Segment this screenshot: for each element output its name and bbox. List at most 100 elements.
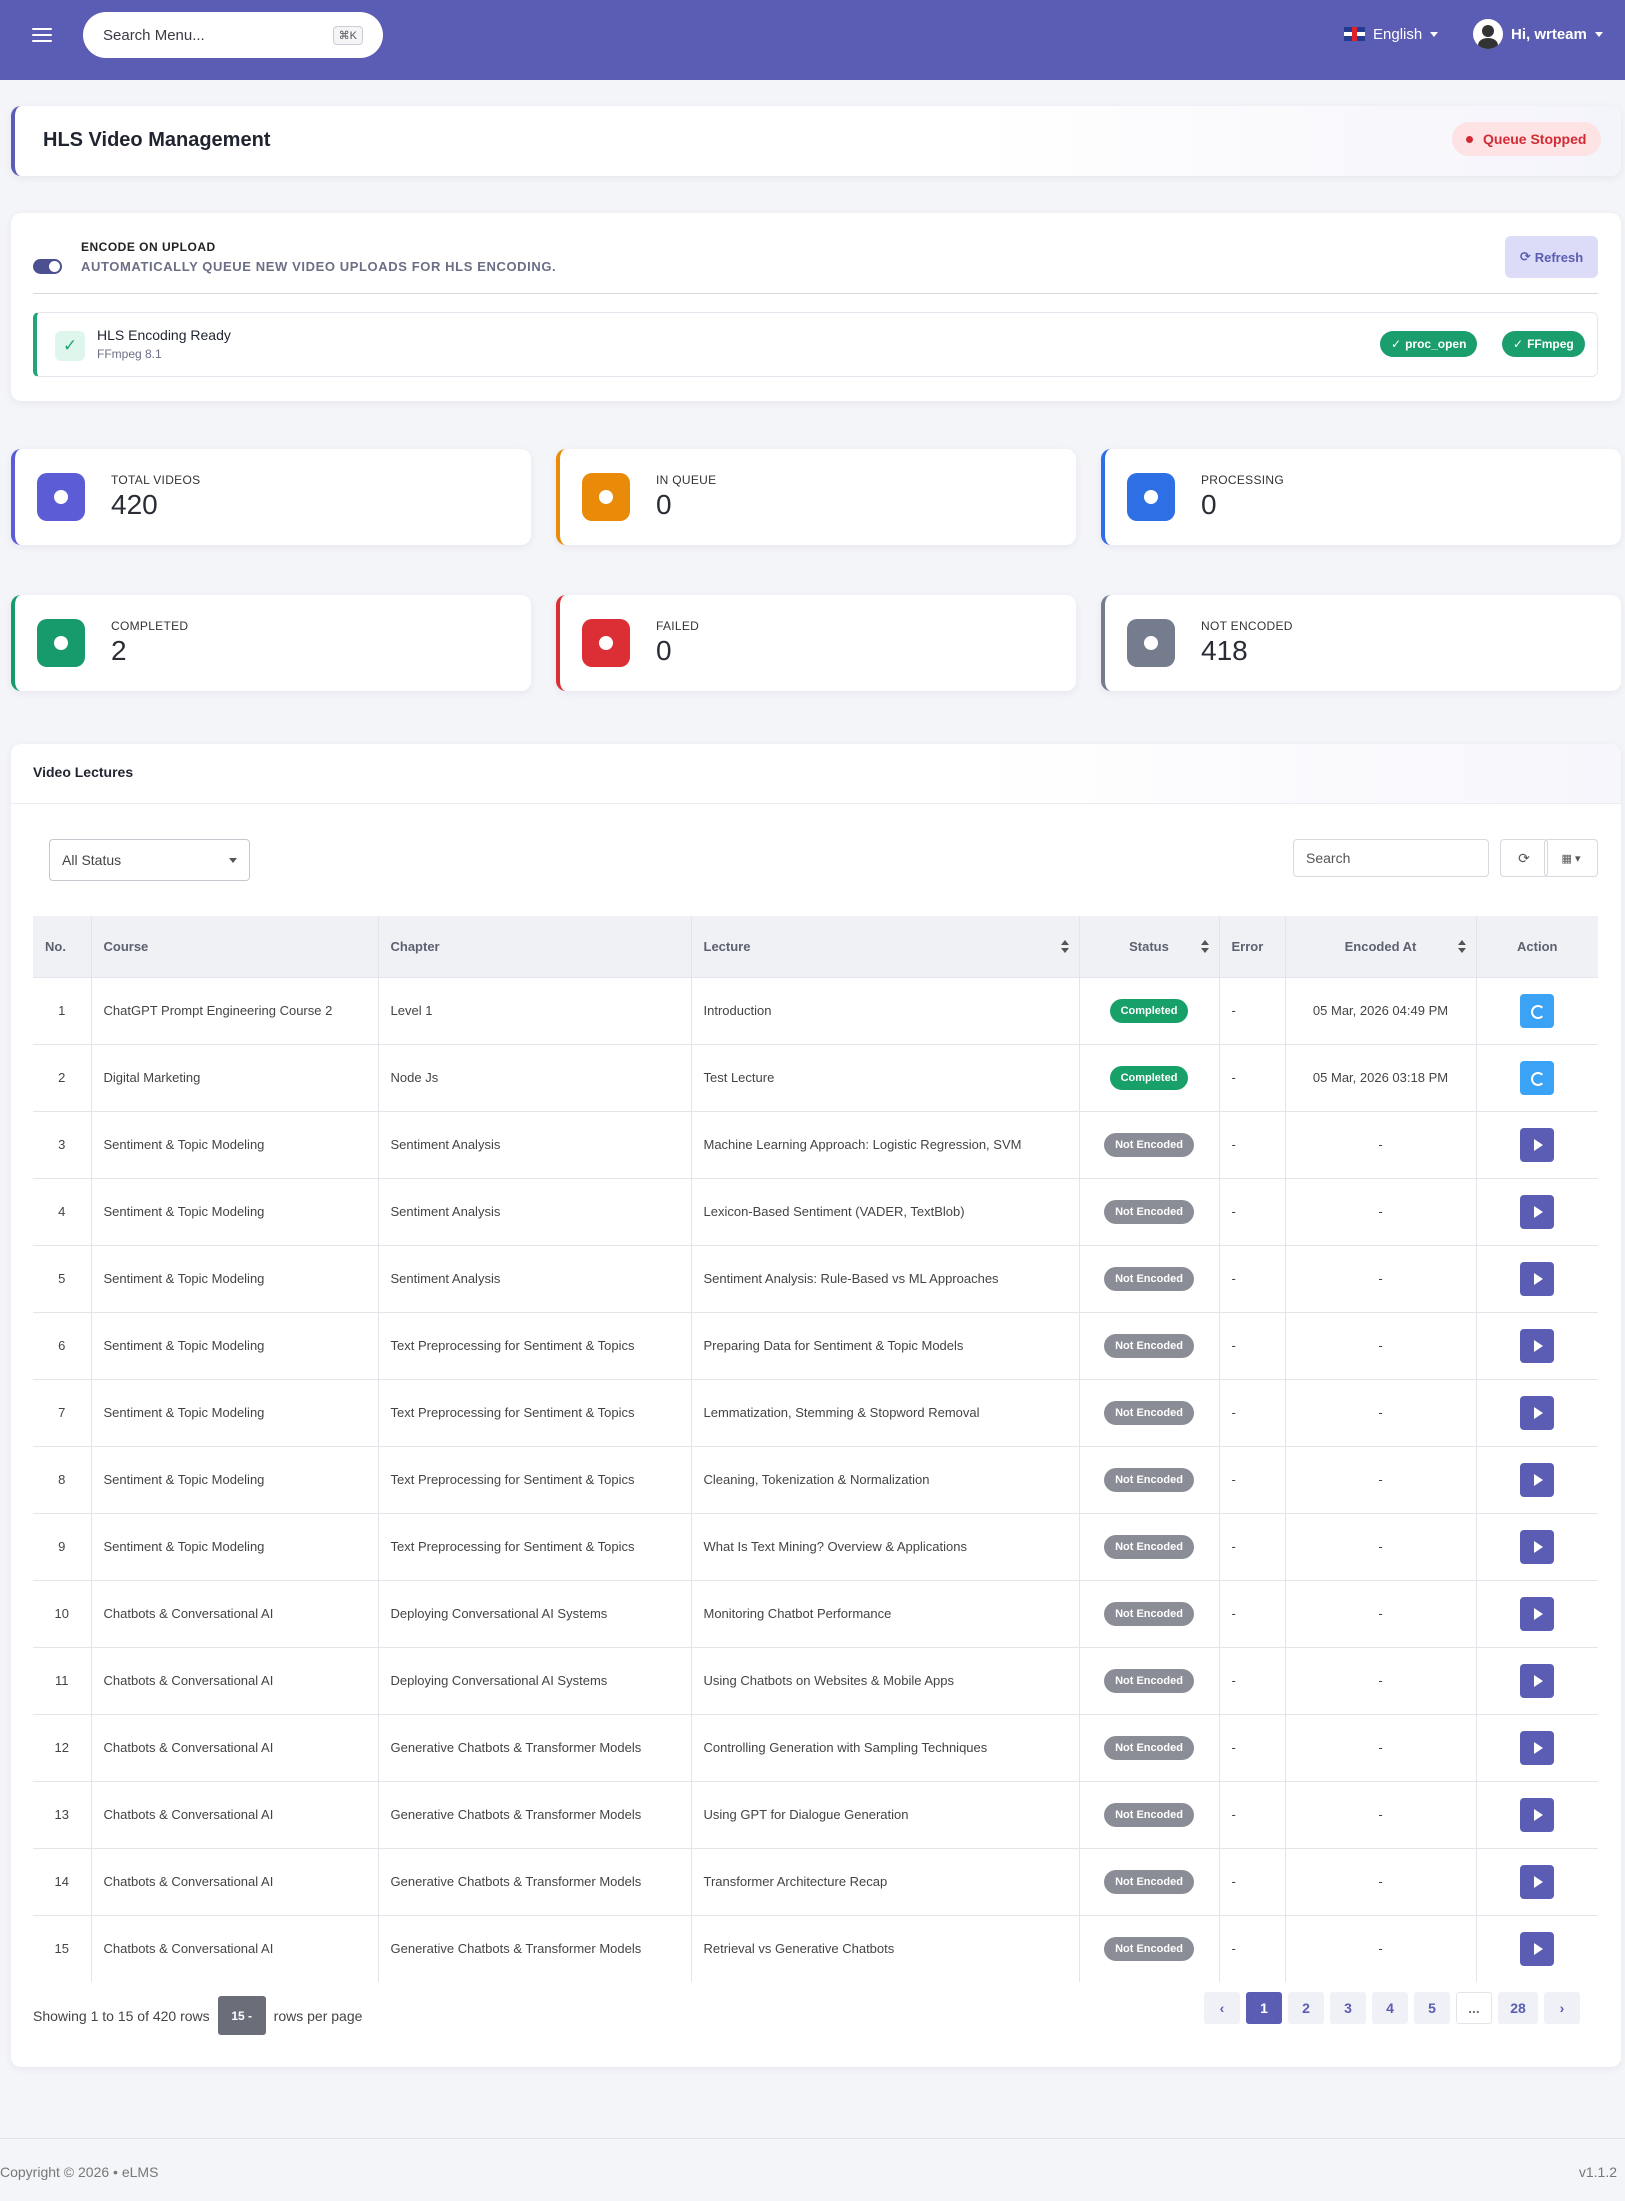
pagination-page[interactable]: 2 <box>1288 1992 1324 2024</box>
column-header-chapter: Chapter <box>377 916 691 977</box>
cell-lecture: Test Lecture <box>690 1043 1079 1111</box>
cell-status: Not Encoded <box>1078 1646 1219 1714</box>
cell-lecture: Lexicon-Based Sentiment (VADER, TextBlob… <box>690 1177 1079 1245</box>
pagination-page[interactable]: 1 <box>1246 1992 1282 2024</box>
user-greeting: Hi, wrteam <box>1511 25 1587 43</box>
cell-lecture: Transformer Architecture Recap <box>690 1847 1079 1915</box>
status-badge: Not Encoded <box>1104 1601 1194 1626</box>
stat-value: 420 <box>111 489 158 520</box>
stat-card-completed: COMPLETED 2 <box>11 595 531 691</box>
encode-subtitle: AUTOMATICALLY QUEUE NEW VIDEO UPLOADS FO… <box>81 259 557 274</box>
queue-status-badge: Queue Stopped <box>1452 122 1602 156</box>
cell-status: Not Encoded <box>1078 1244 1219 1312</box>
status-badge: Not Encoded <box>1104 1936 1194 1961</box>
table-refresh-button[interactable]: ⟳ <box>1500 839 1548 877</box>
pagination-page[interactable]: 4 <box>1372 1992 1408 2024</box>
column-header-lecture[interactable]: Lecture <box>690 916 1079 977</box>
column-header-status[interactable]: Status <box>1078 916 1219 977</box>
columns-toggle-button[interactable]: ▦ ▾ <box>1544 839 1598 877</box>
table-row: 11 Chatbots & Conversational AI Deploying … <box>33 1646 1598 1714</box>
cell-no: 6 <box>33 1311 91 1379</box>
table-row: 1 ChatGPT Prompt Engineering Course 2 Leve… <box>33 976 1598 1044</box>
encode-button[interactable] <box>1520 1596 1555 1631</box>
user-menu[interactable]: Hi, wrteam <box>1473 18 1603 50</box>
cell-encoded-at: - <box>1284 1914 1476 1982</box>
cell-encoded-at: 05 Mar, 2026 04:49 PM <box>1284 976 1476 1044</box>
encode-button[interactable] <box>1520 1462 1555 1497</box>
cell-encoded-at: - <box>1284 1445 1476 1513</box>
column-header-no: No. <box>33 916 91 977</box>
cell-status: Completed <box>1078 1043 1219 1111</box>
stat-value: 418 <box>1201 635 1248 666</box>
cell-encoded-at: - <box>1284 1847 1476 1915</box>
refresh-icon: ⟳ <box>1518 849 1530 866</box>
pagination-prev[interactable]: ‹ <box>1204 1992 1240 2024</box>
pagination-ellipsis: ... <box>1456 1992 1492 2024</box>
version-text: v1.1.2 <box>1578 2164 1617 2180</box>
cell-lecture: Using GPT for Dialogue Generation <box>690 1780 1079 1848</box>
badge-label: proc_open <box>1405 337 1467 351</box>
pagination-page[interactable]: 28 <box>1498 1992 1538 2024</box>
cell-course: Chatbots & Conversational AI <box>90 1780 378 1848</box>
encode-button[interactable] <box>1520 1328 1555 1363</box>
table-search-input[interactable]: Search <box>1293 839 1489 877</box>
cell-status: Not Encoded <box>1078 1311 1219 1379</box>
status-badge: Not Encoded <box>1104 1199 1194 1224</box>
cell-encoded-at: - <box>1284 1646 1476 1714</box>
re-encode-button[interactable] <box>1520 1060 1555 1095</box>
copyright-text: Copyright © 2026 • eLMS <box>0 2164 159 2180</box>
cell-chapter: Text Preprocessing for Sentiment & Topic… <box>377 1378 691 1446</box>
refresh-button[interactable]: ⟳ Refresh <box>1505 236 1598 278</box>
status-filter-value: All Status <box>62 852 122 868</box>
encode-settings-card: ENCODE ON UPLOAD AUTOMATICALLY QUEUE NEW… <box>11 213 1621 401</box>
queue-status-label: Queue Stopped <box>1483 131 1587 147</box>
cell-no: 2 <box>33 1043 91 1111</box>
pagination-next[interactable]: › <box>1544 1992 1580 2024</box>
video-lectures-card: Video Lectures All Status Search ⟳ ▦ ▾ N… <box>11 744 1621 2067</box>
cell-error: - <box>1218 1445 1285 1513</box>
encode-button[interactable] <box>1520 1127 1555 1162</box>
cell-chapter: Text Preprocessing for Sentiment & Topic… <box>377 1445 691 1513</box>
column-header-action: Action <box>1475 916 1598 977</box>
clock-icon <box>582 473 630 521</box>
table-row: 4 Sentiment & Topic Modeling Sentiment Ana… <box>33 1177 1598 1245</box>
encode-button[interactable] <box>1520 1931 1555 1966</box>
rows-per-page-label: rows per page <box>273 2007 363 2024</box>
cell-error: - <box>1218 1378 1285 1446</box>
encode-button[interactable] <box>1520 1395 1555 1430</box>
encode-button[interactable] <box>1520 1261 1555 1296</box>
cell-lecture: Retrieval vs Generative Chatbots <box>690 1914 1079 1982</box>
pagination-page[interactable]: 5 <box>1414 1992 1450 2024</box>
stat-card-total-videos: TOTAL VIDEOS 420 <box>11 449 531 545</box>
encode-button[interactable] <box>1520 1529 1555 1564</box>
stat-label: FAILED <box>656 619 700 633</box>
menu-toggle-icon[interactable] <box>32 26 52 44</box>
column-header-course: Course <box>90 916 378 977</box>
cell-chapter: Generative Chatbots & Transformer Models <box>377 1847 691 1915</box>
pagination-page[interactable]: 3 <box>1330 1992 1366 2024</box>
encode-button[interactable] <box>1520 1194 1555 1229</box>
re-encode-button[interactable] <box>1520 993 1555 1028</box>
cell-error: - <box>1218 976 1285 1044</box>
encode-button[interactable] <box>1520 1864 1555 1899</box>
encode-button[interactable] <box>1520 1730 1555 1765</box>
cell-course: ChatGPT Prompt Engineering Course 2 <box>90 976 378 1044</box>
column-header-encoded-at[interactable]: Encoded At <box>1284 916 1476 977</box>
cell-course: Sentiment & Topic Modeling <box>90 1378 378 1446</box>
cell-action <box>1475 1043 1598 1111</box>
status-badge: Not Encoded <box>1104 1534 1194 1559</box>
rows-per-page-dropdown[interactable]: 15 - <box>217 1996 266 2035</box>
cell-lecture: Introduction <box>690 976 1079 1044</box>
encode-button[interactable] <box>1520 1663 1555 1698</box>
search-menu-input[interactable]: Search Menu... ⌘K <box>83 12 383 58</box>
status-filter-select[interactable]: All Status <box>49 839 250 881</box>
cell-chapter: Generative Chatbots & Transformer Models <box>377 1780 691 1848</box>
cell-lecture: Using Chatbots on Websites & Mobile Apps <box>690 1646 1079 1714</box>
encode-button[interactable] <box>1520 1797 1555 1832</box>
stat-label: TOTAL VIDEOS <box>111 473 201 487</box>
cell-course: Sentiment & Topic Modeling <box>90 1445 378 1513</box>
cell-encoded-at: - <box>1284 1177 1476 1245</box>
table-row: 14 Chatbots & Conversational AI Generative… <box>33 1847 1598 1915</box>
language-dropdown[interactable]: English <box>1344 22 1439 46</box>
encode-on-upload-toggle[interactable] <box>33 259 62 274</box>
